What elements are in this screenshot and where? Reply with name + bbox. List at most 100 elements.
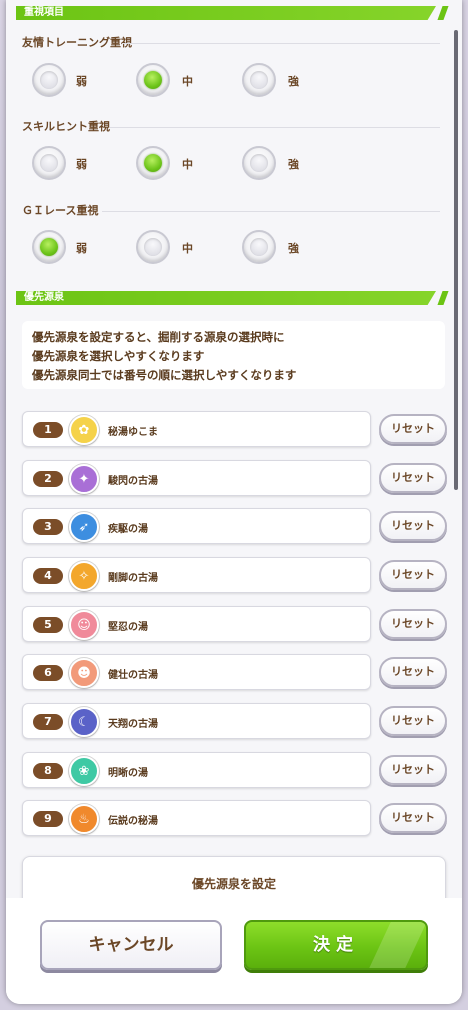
- divider: [110, 127, 440, 128]
- reset-button[interactable]: リセット: [379, 414, 447, 444]
- reset-button[interactable]: リセット: [379, 463, 447, 493]
- spring-card[interactable]: 3 ➶ 疾駆の湯: [22, 508, 371, 544]
- radio-weak[interactable]: [32, 63, 66, 97]
- button-gloss: [369, 922, 426, 968]
- spring-row: 9 ♨ 伝説の秘湯 リセット: [22, 800, 447, 836]
- spring-name: 天翔の古湯: [108, 719, 158, 730]
- option-label-g1-race: ＧＩレース重視: [22, 204, 99, 217]
- shunsen-icon: ✦: [69, 464, 99, 494]
- radio-label-strong: 強: [288, 242, 299, 255]
- reset-button[interactable]: リセット: [379, 803, 447, 833]
- gokyaku-icon: ✧: [69, 561, 99, 591]
- spring-card[interactable]: 6 ☻ 健壮の古湯: [22, 654, 371, 690]
- priority-number: 1: [33, 422, 63, 438]
- priority-number: 3: [33, 519, 63, 535]
- section-title: 重視項目: [24, 7, 64, 18]
- priority-number: 4: [33, 568, 63, 584]
- radio-label-weak: 弱: [76, 158, 87, 171]
- section-bar: [16, 291, 436, 305]
- radio-strong[interactable]: [242, 63, 276, 97]
- kennin-icon: ☺: [69, 610, 99, 640]
- radio-medium[interactable]: [136, 146, 170, 180]
- radio-strong[interactable]: [242, 230, 276, 264]
- radio-medium[interactable]: [136, 63, 170, 97]
- radio-label-strong: 強: [288, 75, 299, 88]
- radio-label-medium: 中: [182, 242, 193, 255]
- description-line: 優先源泉を選択しやすくなります: [32, 349, 205, 363]
- radio-weak[interactable]: [32, 230, 66, 264]
- spring-name: 駿閃の古湯: [108, 476, 158, 487]
- description-line: 優先源泉同士では番号の順に選択しやすくなります: [32, 368, 297, 382]
- reset-button[interactable]: リセット: [379, 609, 447, 639]
- divider: [102, 211, 440, 212]
- spring-name: 明晰の湯: [108, 768, 148, 779]
- header-slash: [437, 291, 449, 305]
- spring-name: 疾駆の湯: [108, 524, 148, 535]
- reset-button[interactable]: リセット: [379, 657, 447, 687]
- spring-card[interactable]: 7 ☾ 天翔の古湯: [22, 703, 371, 739]
- shikku-icon: ➶: [69, 512, 99, 542]
- priority-number: 6: [33, 665, 63, 681]
- radio-strong[interactable]: [242, 146, 276, 180]
- radio-label-medium: 中: [182, 75, 193, 88]
- spring-name: 堅忍の湯: [108, 622, 148, 633]
- settings-dialog: 重視項目 友情トレーニング重視 弱 中 強 スキルヒント重視 弱 中 強 ＧＩレ…: [6, 0, 462, 1004]
- densetsu-icon: ♨: [69, 804, 99, 834]
- section-bar: [16, 6, 436, 20]
- option-label-friendship: 友情トレーニング重視: [22, 36, 132, 49]
- kenso-icon: ☻: [69, 658, 99, 688]
- option-label-skill-hint: スキルヒント重視: [22, 120, 110, 133]
- spring-card[interactable]: 2 ✦ 駿閃の古湯: [22, 460, 371, 496]
- priority-number: 7: [33, 714, 63, 730]
- section-header-priority: 重視項目: [16, 6, 449, 22]
- radio-weak[interactable]: [32, 146, 66, 180]
- spring-row: 4 ✧ 剛脚の古湯 リセット: [22, 557, 447, 593]
- spring-card[interactable]: 1 ✿ 秘湯ゆこま: [22, 411, 371, 447]
- tensho-icon: ☾: [69, 707, 99, 737]
- spring-row: 6 ☻ 健壮の古湯 リセット: [22, 654, 447, 690]
- radio-group-friendship: 弱 中 強: [6, 63, 462, 99]
- spring-card[interactable]: 4 ✧ 剛脚の古湯: [22, 557, 371, 593]
- section-title: 優先源泉: [24, 292, 64, 303]
- radio-label-medium: 中: [182, 158, 193, 171]
- spring-name: 健壮の古湯: [108, 670, 158, 681]
- spring-row: 3 ➶ 疾駆の湯 リセット: [22, 508, 447, 544]
- spring-name: 伝説の秘湯: [108, 816, 158, 827]
- spring-row: 2 ✦ 駿閃の古湯 リセット: [22, 460, 447, 496]
- description-line: 優先源泉を設定すると、掘削する源泉の選択時に: [32, 330, 285, 344]
- divider: [122, 43, 440, 44]
- radio-medium[interactable]: [136, 230, 170, 264]
- reset-button[interactable]: リセット: [379, 560, 447, 590]
- meiseki-icon: ❀: [69, 756, 99, 786]
- reset-button[interactable]: リセット: [379, 511, 447, 541]
- spring-card[interactable]: 5 ☺ 堅忍の湯: [22, 606, 371, 642]
- priority-number: 9: [33, 811, 63, 827]
- settings-scroll-area[interactable]: 重視項目 友情トレーニング重視 弱 中 強 スキルヒント重視 弱 中 強 ＧＩレ…: [6, 0, 462, 898]
- section-header-spring: 優先源泉: [16, 291, 449, 307]
- reset-button[interactable]: リセット: [379, 706, 447, 736]
- confirm-button[interactable]: 決定: [244, 920, 428, 970]
- priority-number: 8: [33, 763, 63, 779]
- set-priority-spring-button[interactable]: 優先源泉を設定: [22, 856, 446, 898]
- header-slash: [437, 6, 449, 20]
- radio-group-g1-race: 弱 中 強: [6, 230, 462, 266]
- radio-label-weak: 弱: [76, 242, 87, 255]
- spring-name: 秘湯ゆこま: [108, 427, 158, 438]
- spring-name: 剛脚の古湯: [108, 573, 158, 584]
- spring-row: 1 ✿ 秘湯ゆこま リセット: [22, 411, 447, 447]
- spring-row: 7 ☾ 天翔の古湯 リセット: [22, 703, 447, 739]
- cancel-button[interactable]: キャンセル: [40, 920, 222, 970]
- radio-group-skill-hint: 弱 中 強: [6, 146, 462, 182]
- set-priority-label: 優先源泉を設定: [191, 877, 276, 891]
- reset-button[interactable]: リセット: [379, 755, 447, 785]
- spring-card[interactable]: 8 ❀ 明晰の湯: [22, 752, 371, 788]
- scrollbar[interactable]: [454, 30, 458, 490]
- priority-number: 5: [33, 617, 63, 633]
- confirm-label: 決定: [313, 935, 359, 955]
- spring-description: 優先源泉を設定すると、掘削する源泉の選択時に 優先源泉を選択しやすくなります 優…: [22, 321, 445, 389]
- priority-number: 2: [33, 471, 63, 487]
- spring-row: 8 ❀ 明晰の湯 リセット: [22, 752, 447, 788]
- radio-label-weak: 弱: [76, 75, 87, 88]
- spring-card[interactable]: 9 ♨ 伝説の秘湯: [22, 800, 371, 836]
- yukoma-icon: ✿: [69, 415, 99, 445]
